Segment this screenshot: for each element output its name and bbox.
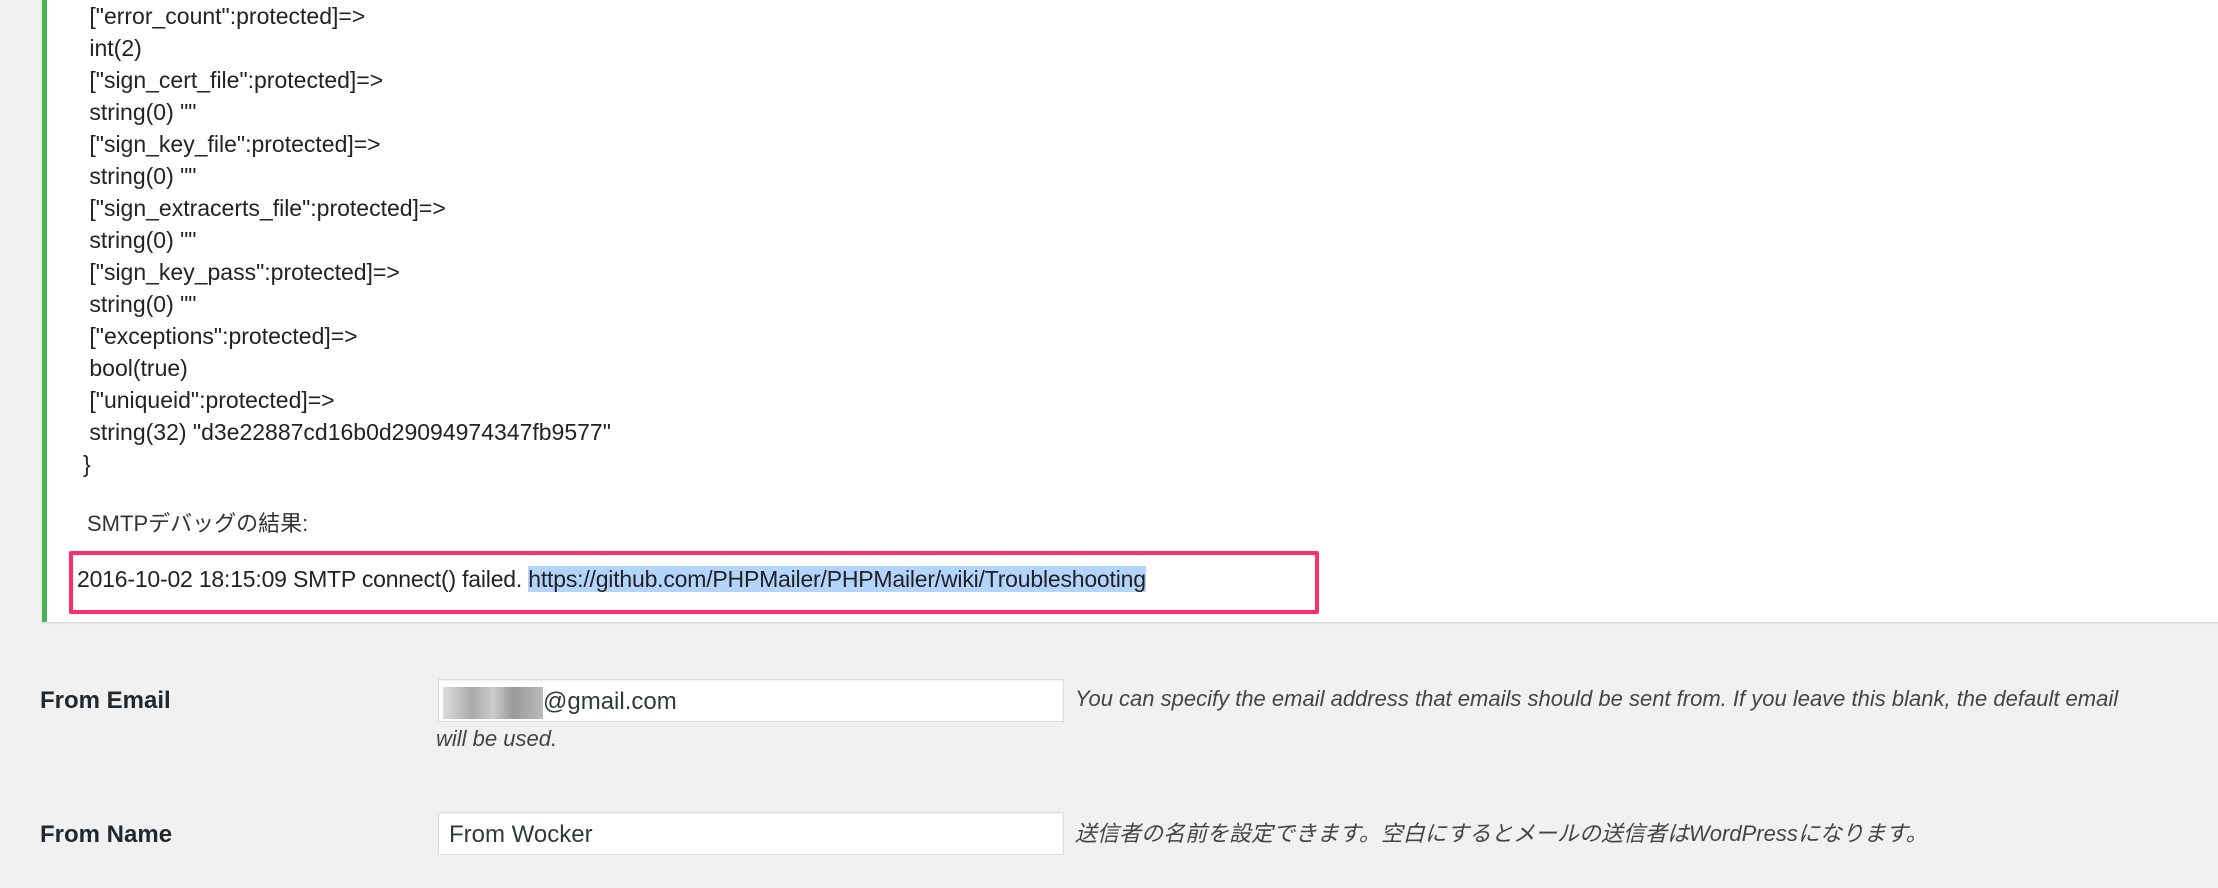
debug-line: ["error_count":protected]=>: [83, 3, 366, 29]
from-email-input[interactable]: @gmail.com: [438, 679, 1064, 722]
from-email-value: @gmail.com: [543, 688, 677, 715]
smtp-debug-label: SMTPデバッグの結果:: [87, 511, 309, 536]
smtp-result: 2016-10-02 18:15:09 SMTP connect() faile…: [77, 566, 1146, 593]
debug-line: string(32) "d3e22887cd16b0d29094974347fb…: [83, 419, 611, 445]
debug-line: bool(true): [83, 355, 188, 381]
debug-line: }: [83, 451, 91, 477]
debug-line: int(2): [83, 35, 142, 61]
debug-line: ["sign_key_pass":protected]=>: [83, 259, 400, 285]
debug-dump: ["error_count":protected]=> int(2) ["sig…: [83, 0, 611, 480]
result-text: 2016-10-02 18:15:09 SMTP connect() faile…: [77, 566, 529, 592]
redacted-username: [443, 686, 543, 719]
debug-line: ["sign_key_file":protected]=>: [83, 131, 381, 157]
troubleshooting-link[interactable]: https://github.com/PHPMailer/PHPMailer/w…: [528, 566, 1146, 592]
debug-output-panel: ["error_count":protected]=> int(2) ["sig…: [42, 0, 2218, 622]
from-email-label: From Email: [40, 687, 171, 714]
from-name-input[interactable]: From Wocker: [438, 812, 1064, 855]
debug-line: ["sign_cert_file":protected]=>: [83, 67, 384, 93]
debug-line: string(0) "": [83, 99, 197, 125]
from-name-description: 送信者の名前を設定できます。空白にするとメールの送信者はWordPressになり…: [1075, 821, 1928, 846]
debug-line: ["sign_extracerts_file":protected]=>: [83, 195, 446, 221]
from-name-label: From Name: [40, 821, 173, 848]
debug-line: ["exceptions":protected]=>: [83, 323, 358, 349]
from-email-description-cont: will be used.: [436, 726, 558, 751]
debug-line: string(0) "": [83, 163, 197, 189]
debug-line: string(0) "": [83, 227, 197, 253]
from-email-description: You can specify the email address that e…: [1075, 686, 2119, 711]
debug-line: string(0) "": [83, 291, 197, 317]
debug-line: ["uniqueid":protected]=>: [83, 387, 335, 413]
highlighted-result: 2016-10-02 18:15:09 SMTP connect() faile…: [69, 551, 1319, 614]
